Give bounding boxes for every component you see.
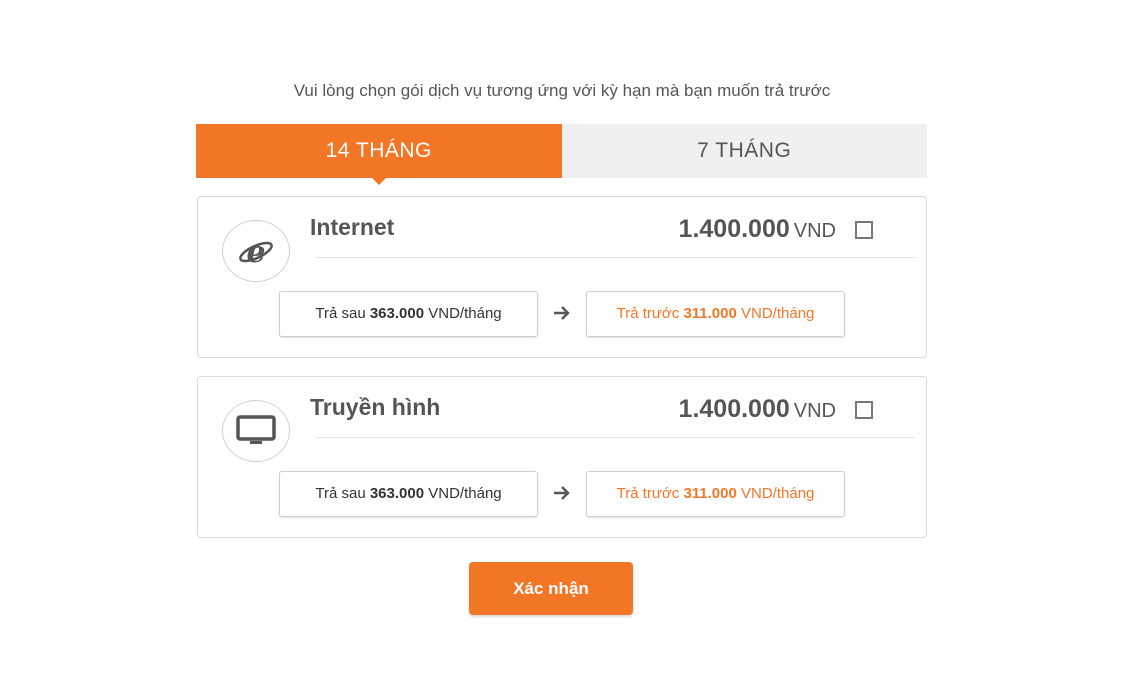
- service-card-tv: Truyền hình 1.400.000 VND Trả sau 363.000…: [197, 376, 927, 538]
- pay-after-suffix: VND/tháng: [428, 485, 502, 502]
- pay-after-suffix: VND/tháng: [428, 305, 502, 322]
- pay-before-suffix: VND/tháng: [741, 305, 815, 322]
- page: Vui lòng chọn gói dịch vụ tương ứng với …: [0, 0, 1140, 700]
- pay-before-prefix: Trả trước: [616, 485, 680, 502]
- arrow-right-icon: [554, 306, 570, 320]
- tab-7-months[interactable]: 7 THÁNG: [561, 124, 927, 178]
- price-currency: VND: [793, 220, 836, 242]
- pay-after-prefix: Trả sau: [315, 485, 366, 502]
- pay-after-amount: 363.000: [369, 305, 425, 322]
- pay-after-option[interactable]: Trả sau 363.000 VND/tháng: [279, 291, 538, 337]
- price-currency: VND: [793, 400, 836, 422]
- instruction-text: Vui lòng chọn gói dịch vụ tương ứng với …: [293, 81, 831, 100]
- service-card-internet: e Internet 1.400.000 VND Trả sau 363.000 …: [197, 196, 927, 358]
- select-internet-checkbox[interactable]: [855, 221, 873, 239]
- price-amount: 1.400.000: [678, 395, 790, 423]
- pay-before-amount: 311.000: [683, 305, 737, 322]
- confirm-button[interactable]: Xác nhận: [469, 562, 633, 615]
- divider: [316, 437, 915, 438]
- pay-after-option[interactable]: Trả sau 363.000 VND/tháng: [279, 471, 538, 517]
- arrow-right-icon: [554, 486, 570, 500]
- price-amount: 1.400.000: [678, 215, 790, 243]
- pay-before-amount: 311.000: [683, 485, 737, 502]
- tab-14-months[interactable]: 14 THÁNG: [196, 124, 562, 185]
- select-tv-checkbox[interactable]: [855, 401, 873, 419]
- divider: [316, 257, 915, 258]
- pay-before-suffix: VND/tháng: [741, 485, 815, 502]
- pay-before-option[interactable]: Trả trước 311.000 VND/tháng: [586, 291, 845, 337]
- internet-explorer-icon: e: [222, 220, 290, 282]
- service-price: 1.400.000 VND: [679, 395, 836, 424]
- pay-before-prefix: Trả trước: [616, 305, 680, 322]
- pay-after-amount: 363.000: [369, 485, 425, 502]
- service-name: Truyền hình: [310, 394, 441, 420]
- service-name: Internet: [310, 214, 395, 240]
- svg-text:e: e: [246, 235, 265, 270]
- pay-before-option[interactable]: Trả trước 311.000 VND/tháng: [586, 471, 845, 517]
- service-price: 1.400.000 VND: [679, 215, 836, 244]
- term-tabs: 14 THÁNG 7 THÁNG: [196, 124, 927, 185]
- pay-after-prefix: Trả sau: [315, 305, 366, 322]
- tv-monitor-icon: [222, 400, 290, 462]
